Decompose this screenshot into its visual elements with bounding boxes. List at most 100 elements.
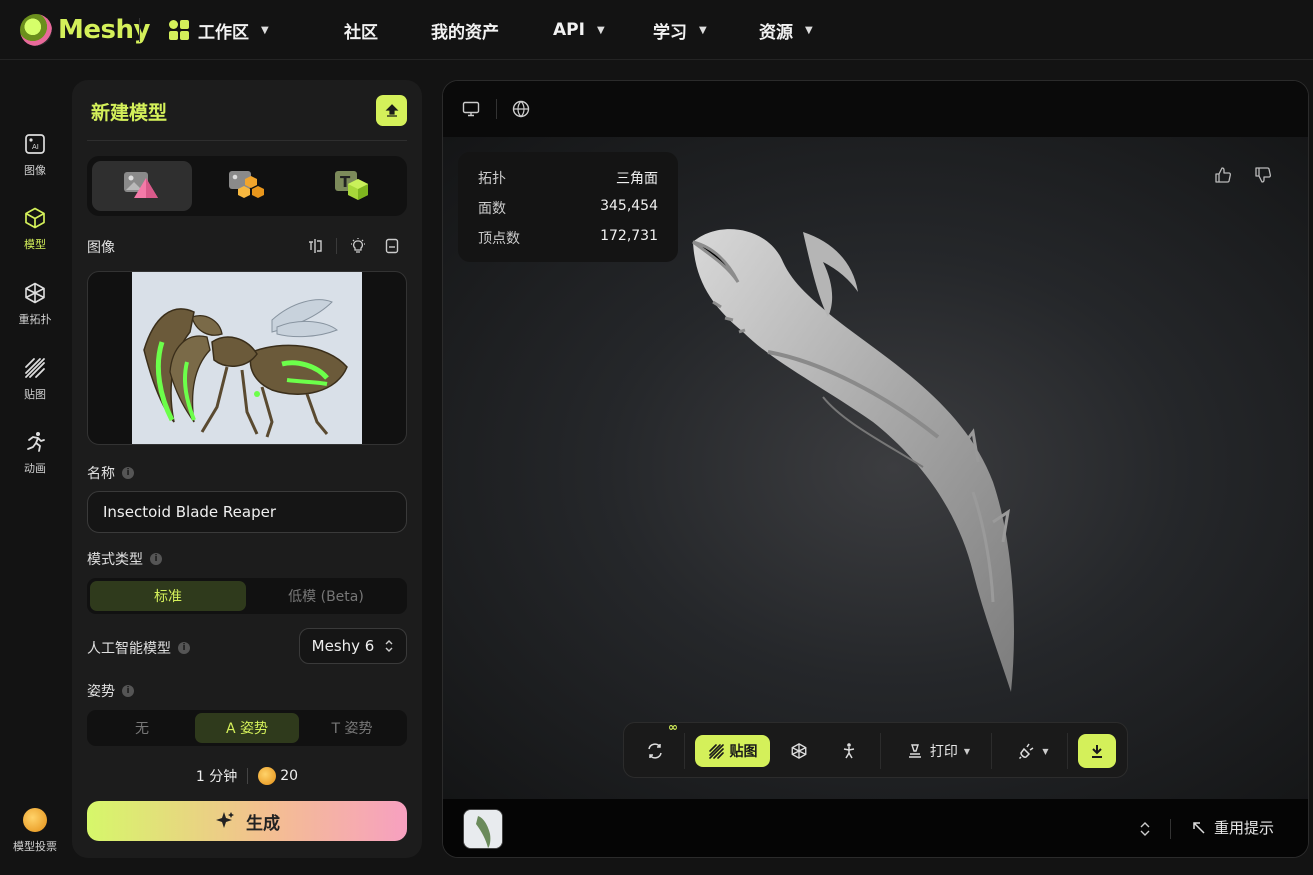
- pose-option-a[interactable]: A 姿势: [195, 713, 299, 743]
- refresh-icon: [648, 743, 662, 759]
- info-icon[interactable]: i: [150, 553, 162, 565]
- monitor-icon[interactable]: [462, 101, 480, 117]
- footer-divider: [1170, 819, 1171, 839]
- arrow-up-left-icon: [1193, 821, 1205, 834]
- tab-multi-image-to-3d[interactable]: [197, 161, 297, 211]
- chevron-down-icon: ▼: [805, 24, 813, 36]
- refresh-button[interactable]: [640, 735, 670, 767]
- globe-icon[interactable]: [512, 100, 530, 118]
- upload-button[interactable]: [376, 95, 407, 126]
- running-icon: [27, 432, 45, 452]
- print-button[interactable]: 打印 ▼: [898, 735, 978, 767]
- meshy-logo-icon: [20, 14, 52, 46]
- pose-section-label: 姿势 i: [87, 681, 134, 701]
- stat-value: 345,454: [600, 198, 658, 214]
- thumbs-down-icon[interactable]: [1254, 166, 1272, 184]
- mode-type-option-lowpoly[interactable]: 低模 (Beta): [248, 581, 404, 611]
- generate-label: 生成: [246, 813, 280, 834]
- cube-icon: [25, 207, 45, 229]
- retopo-icon: [25, 282, 45, 304]
- texture-icon: [25, 358, 45, 378]
- stat-value: 三角面: [616, 171, 658, 187]
- nav-resources[interactable]: 资源 ▼: [759, 18, 813, 43]
- chevron-down-icon: ▼: [596, 24, 605, 36]
- nav-my-assets-label: 我的资产: [431, 22, 499, 43]
- credit-cost: 20: [258, 767, 298, 785]
- stat-label: 面数: [478, 201, 506, 217]
- image-section-label: 图像: [87, 237, 115, 257]
- rail-item-label: 重拓扑: [18, 313, 52, 326]
- credit-coin-icon: [258, 767, 277, 785]
- ai-image-icon: AI: [25, 134, 45, 154]
- plug-icon: [1019, 743, 1034, 760]
- nav-workspace[interactable]: 工作区 ▼: [168, 18, 269, 43]
- chevron-down-icon: ▼: [1042, 746, 1049, 756]
- nav-learn[interactable]: 学习 ▼: [653, 18, 707, 43]
- stat-label: 拓扑: [478, 171, 506, 187]
- model-thumbnail[interactable]: [463, 809, 503, 849]
- name-label: 名称: [87, 466, 115, 482]
- ai-model-select[interactable]: Meshy 6: [299, 628, 407, 664]
- info-icon[interactable]: i: [122, 467, 134, 479]
- new-model-panel: 新建模型 T 图像 名称 i Insectoid Blade Reaper 模式…: [72, 80, 422, 858]
- plugin-button[interactable]: ▼: [1011, 735, 1056, 767]
- nav-my-assets[interactable]: 我的资产: [431, 18, 499, 43]
- rail-item-model[interactable]: 模型: [0, 206, 70, 252]
- text-to-3d-icon: T: [335, 171, 368, 200]
- document-icon[interactable]: [383, 237, 401, 255]
- tab-image-to-3d[interactable]: [92, 161, 192, 211]
- mode-type-option-standard[interactable]: 标准: [90, 581, 246, 611]
- texture-label: 贴图: [729, 744, 758, 760]
- chevron-updown-icon[interactable]: [1139, 821, 1151, 837]
- left-rail: AI 图像 模型 重拓扑 贴图 动画 模型投票: [0, 60, 70, 875]
- retopo-button[interactable]: [784, 735, 814, 767]
- thumbnail-blade-icon: [464, 810, 502, 848]
- nav-divider: [139, 18, 140, 42]
- model-name-input[interactable]: Insectoid Blade Reaper: [87, 491, 407, 533]
- rail-item-retopo[interactable]: 重拓扑: [0, 281, 70, 327]
- info-icon[interactable]: i: [122, 685, 134, 697]
- toolbar-divider: [991, 733, 992, 769]
- nav-workspace-label: 工作区: [198, 22, 249, 43]
- reuse-prompt-button[interactable]: 重用提示: [1192, 817, 1274, 838]
- tool-divider: [336, 238, 337, 254]
- upload-icon: [385, 103, 398, 117]
- svg-text:AI: AI: [32, 143, 39, 151]
- info-icon[interactable]: i: [178, 642, 190, 654]
- multi-image-to-3d-icon: [229, 171, 264, 198]
- meshy-logo[interactable]: Meshy: [20, 12, 150, 48]
- stat-row-vertices: 顶点数 172,731: [478, 228, 658, 248]
- split-text-icon[interactable]: [306, 237, 324, 255]
- uploaded-concept-image: [132, 272, 362, 444]
- rail-item-image[interactable]: AI 图像: [0, 132, 70, 178]
- retopo-icon: [791, 743, 807, 759]
- reuse-prompt-label: 重用提示: [1214, 819, 1275, 837]
- thumbs-up-icon[interactable]: [1214, 166, 1232, 184]
- lightbulb-icon[interactable]: [349, 237, 367, 255]
- rail-item-animation[interactable]: 动画: [0, 430, 70, 476]
- rail-item-texture[interactable]: 贴图: [0, 356, 70, 402]
- print-label: 打印: [929, 744, 958, 760]
- tab-text-to-3d[interactable]: T: [302, 161, 402, 211]
- rig-button[interactable]: [834, 735, 864, 767]
- viewer-footer: 重用提示: [443, 799, 1308, 857]
- texture-button[interactable]: 贴图: [695, 735, 770, 767]
- vote-coin-icon: [23, 808, 47, 832]
- rail-item-label: 模型投票: [13, 840, 57, 853]
- nav-resources-label: 资源: [759, 22, 793, 43]
- download-button[interactable]: [1078, 734, 1116, 768]
- generate-button[interactable]: 生成: [87, 801, 407, 841]
- credit-cost-value: 20: [280, 768, 299, 784]
- pose-option-none[interactable]: 无: [90, 713, 194, 743]
- image-upload-area[interactable]: [87, 271, 407, 445]
- nav-api[interactable]: API ▼: [553, 18, 605, 42]
- chevron-down-icon: ▼: [963, 746, 971, 756]
- image-to-3d-icon: [124, 172, 158, 198]
- 3d-model-render: [692, 229, 1014, 693]
- 3d-viewport[interactable]: 拓扑 三角面 面数 345,454 顶点数 172,731 ∞ 贴图 打印 ▼ …: [443, 137, 1308, 799]
- rail-item-vote[interactable]: 模型投票: [0, 808, 70, 854]
- pose-label: 姿势: [87, 684, 115, 700]
- pose-option-t[interactable]: T 姿势: [300, 713, 404, 743]
- divider: [87, 140, 407, 141]
- nav-community[interactable]: 社区: [344, 18, 378, 43]
